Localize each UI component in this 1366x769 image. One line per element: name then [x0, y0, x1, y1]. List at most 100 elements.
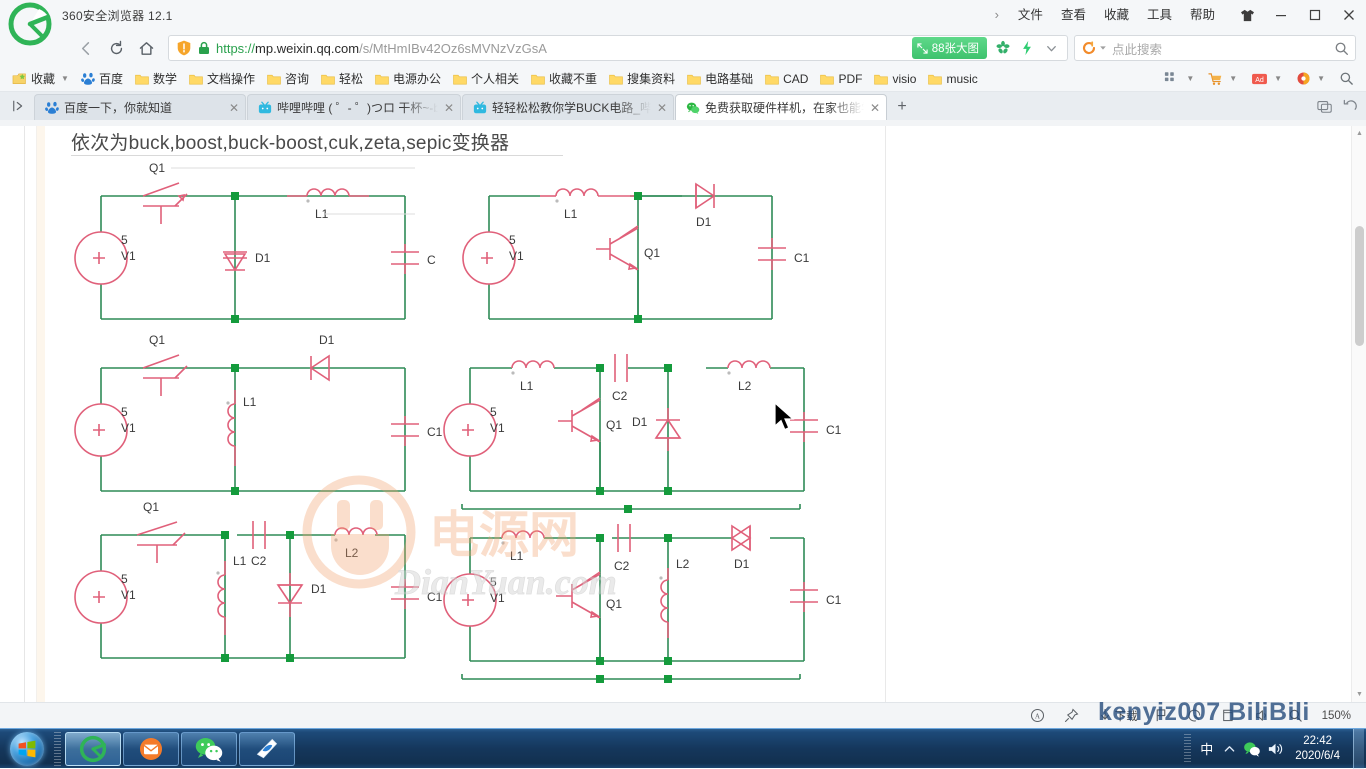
- taskbar-nero[interactable]: [239, 731, 295, 766]
- bookmark-favorites[interactable]: 收藏 ▼: [6, 68, 75, 89]
- new-tab-button[interactable]: +: [888, 94, 916, 120]
- bookmark-extension-1[interactable]: ▼: [1158, 69, 1200, 88]
- bookmark-item-consult[interactable]: 咨询: [261, 68, 315, 89]
- shopping-cart-icon: [1208, 72, 1222, 85]
- tab-bilibili-home[interactable]: 哔哩哔哩 ( ゜- ゜)つロ 干杯~-bil ✕: [247, 94, 461, 120]
- tab-wechat-article[interactable]: 免费获取硬件样机，在家也能学 ✕: [675, 94, 887, 120]
- title-bar: 360安全浏览器 12.1 › 文件 查看 收藏 工具 帮助: [0, 0, 1366, 46]
- menu-overflow-chevron-icon[interactable]: ›: [985, 0, 1009, 30]
- home-button[interactable]: [132, 34, 160, 62]
- chevron-down-icon[interactable]: ▼: [1274, 74, 1282, 83]
- menu-favorites[interactable]: 收藏: [1095, 0, 1138, 30]
- bookmark-extension-2[interactable]: ▼: [1202, 70, 1243, 88]
- tab-close-icon[interactable]: ✕: [444, 101, 454, 115]
- back-button[interactable]: [72, 34, 100, 62]
- folder-icon: [531, 74, 545, 84]
- zoom-search-icon: [1289, 709, 1302, 722]
- label-src-value: 5: [490, 405, 497, 419]
- bookmark-favorites-caret-icon[interactable]: ▼: [61, 74, 69, 83]
- close-button[interactable]: [1332, 0, 1366, 30]
- label-c1: C1: [427, 590, 443, 604]
- label-src-name: V1: [121, 249, 136, 263]
- taskbar-foxmail[interactable]: [123, 731, 179, 766]
- ime-indicator[interactable]: 中: [1198, 739, 1215, 758]
- tab-baidu[interactable]: 百度一下，你就知道 ✕: [34, 94, 246, 120]
- bookmark-extension-ad[interactable]: Ad ▼: [1245, 70, 1288, 88]
- menu-tools[interactable]: 工具: [1138, 0, 1181, 30]
- big-picture-badge[interactable]: 88张大图: [911, 37, 987, 59]
- taskbar-clock[interactable]: 22:42 2020/6/4: [1289, 734, 1348, 764]
- start-button[interactable]: [0, 730, 54, 768]
- bookmark-item-power-office[interactable]: 电源办公: [369, 68, 447, 89]
- tab-close-icon[interactable]: ✕: [870, 101, 880, 115]
- url-dropdown-button[interactable]: [1039, 35, 1063, 61]
- skin-button[interactable]: [1230, 0, 1264, 30]
- close-icon: [1344, 10, 1354, 20]
- bookmark-item-music[interactable]: music: [922, 70, 983, 88]
- tray-volume-button[interactable]: [1266, 740, 1284, 758]
- taskbar-grip[interactable]: [54, 731, 61, 766]
- scrollbar-thumb[interactable]: [1355, 226, 1364, 346]
- page-scrollbar[interactable]: ▲ ▼: [1351, 126, 1366, 702]
- chevron-down-icon[interactable]: ▼: [1186, 74, 1194, 83]
- bookmark-item-baidu[interactable]: 百度: [75, 68, 129, 89]
- speed-boost-button[interactable]: [1015, 35, 1039, 61]
- show-desktop-button[interactable]: [1353, 728, 1364, 769]
- maximize-icon: [1309, 9, 1321, 21]
- status-pin[interactable]: [1057, 706, 1089, 725]
- status-flag[interactable]: [1147, 706, 1178, 725]
- bookmark-item-cad[interactable]: CAD: [759, 70, 814, 88]
- bookmark-item-fav-dedup[interactable]: 收藏不重: [525, 68, 603, 89]
- shield-icon[interactable]: [175, 39, 193, 57]
- bookmark-item-personal[interactable]: 个人相关: [447, 68, 525, 89]
- bilibili-icon: [258, 101, 272, 113]
- tray-grip[interactable]: [1184, 733, 1192, 764]
- bookmark-search-button[interactable]: [1333, 69, 1360, 88]
- tab-close-icon[interactable]: ✕: [229, 101, 239, 115]
- chevron-down-icon[interactable]: ▼: [1317, 74, 1325, 83]
- status-ad-filter[interactable]: A: [1023, 706, 1055, 725]
- tab-list-button[interactable]: [4, 92, 34, 120]
- reload-button[interactable]: [102, 34, 130, 62]
- tab-buck-circuit-video[interactable]: 轻轻松松教你学BUCK电路_哔哩 ✕: [462, 94, 674, 120]
- circuit-sepic: 5 V1 L1 C2 Q1 L2 D1 C1: [443, 524, 842, 683]
- menu-help[interactable]: 帮助: [1181, 0, 1224, 30]
- status-mute[interactable]: [1247, 706, 1279, 725]
- search-box[interactable]: 点此搜索: [1074, 35, 1356, 61]
- minimize-button[interactable]: [1264, 0, 1298, 30]
- bookmark-item-collect-data[interactable]: 搜集资料: [603, 68, 681, 89]
- status-window-mode[interactable]: [1214, 706, 1245, 725]
- chevron-down-icon[interactable]: ▼: [1229, 74, 1237, 83]
- search-icon[interactable]: [1334, 41, 1349, 56]
- tray-expand-button[interactable]: [1220, 740, 1238, 758]
- status-speed[interactable]: [1180, 706, 1212, 725]
- status-zoom-level[interactable]: 150%: [1315, 708, 1358, 724]
- scroll-down-arrow-icon[interactable]: ▼: [1352, 687, 1366, 702]
- status-bar: A 下载 150%: [0, 702, 1366, 728]
- address-bar[interactable]: https://mp.weixin.qq.com/s/MtHmIBv42Oz6s…: [168, 35, 1068, 61]
- tab-close-icon[interactable]: ✕: [657, 101, 667, 115]
- taskbar-wechat[interactable]: [181, 731, 237, 766]
- bookmark-extension-4[interactable]: ▼: [1290, 69, 1331, 88]
- search-engine-caret-icon[interactable]: [1099, 44, 1107, 52]
- undo-close-tab-icon[interactable]: [1343, 99, 1358, 113]
- scroll-up-arrow-icon[interactable]: ▲: [1352, 126, 1366, 141]
- bookmark-item-math[interactable]: 数学: [129, 68, 183, 89]
- label-d1: D1: [632, 415, 648, 429]
- tab-label: 哔哩哔哩 ( ゜- ゜)つロ 干杯~-bil: [277, 101, 438, 115]
- restore-tabs-icon[interactable]: [1317, 99, 1333, 113]
- taskbar-360-browser[interactable]: [65, 731, 121, 766]
- maximize-button[interactable]: [1298, 0, 1332, 30]
- tray-wechat-icon[interactable]: [1243, 740, 1261, 758]
- bookmark-item-circuit-basics[interactable]: 电路基础: [681, 68, 759, 89]
- url-text[interactable]: https://mp.weixin.qq.com/s/MtHmIBv42Oz6s…: [216, 41, 912, 56]
- bookmark-item-doc-ops[interactable]: 文档操作: [183, 68, 261, 89]
- bookmark-item-pdf[interactable]: PDF: [814, 70, 868, 88]
- bookmark-item-visio[interactable]: visio: [868, 70, 922, 88]
- menu-view[interactable]: 查看: [1052, 0, 1095, 30]
- status-downloads[interactable]: 下载: [1091, 706, 1145, 726]
- bookmark-item-relax[interactable]: 轻松: [315, 68, 369, 89]
- translate-button[interactable]: [991, 35, 1015, 61]
- status-find[interactable]: [1281, 706, 1313, 725]
- menu-file[interactable]: 文件: [1009, 0, 1052, 30]
